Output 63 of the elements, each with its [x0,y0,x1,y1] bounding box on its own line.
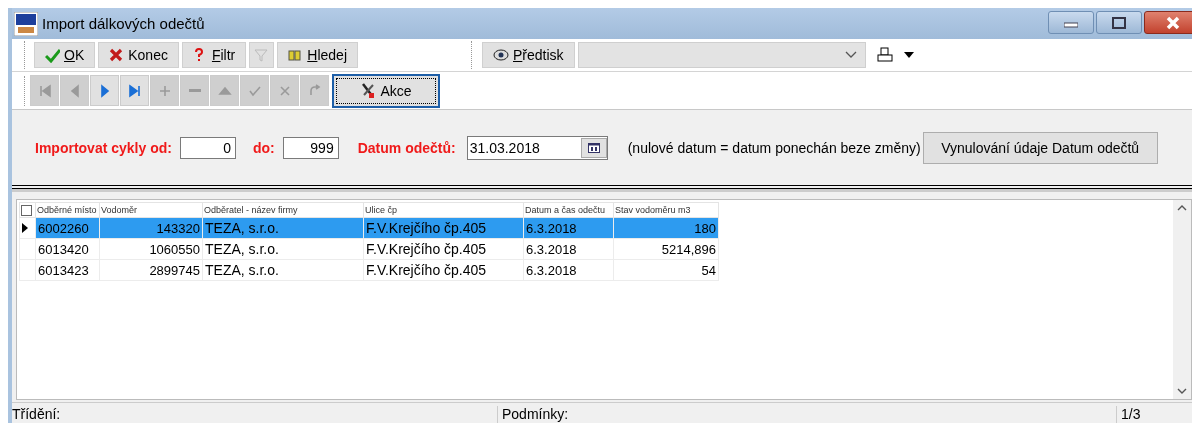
table-cell: 1060550 [99,238,203,260]
minus-icon [188,89,201,92]
calendar-button[interactable] [580,137,607,158]
caret-down-icon[interactable] [903,52,914,58]
plus-icon [157,83,172,98]
date-field[interactable]: 31.03.2018 [466,135,608,160]
hint-text: (nulové datum = datum ponechán beze změny) [627,139,921,156]
status-text: Podmínky: [497,406,1116,423]
chevron-down-icon [844,51,857,59]
maximize-button[interactable] [1096,11,1142,34]
table-cell: 5214,896 [613,238,719,260]
column-header[interactable]: Odběrné místo [35,202,100,218]
chevron-down-icon[interactable] [1177,388,1187,394]
toolbar-button[interactable]: Filtr [181,42,247,68]
row-pointer-icon [22,222,28,233]
table-cell: 6.3.2018 [523,238,614,260]
column-header[interactable]: Stav vodoměru m3 [613,202,719,218]
field-label: Importovat cykly od: [35,139,172,156]
preprint-button[interactable]: Předtisk [482,42,575,68]
navigation-button[interactable] [120,75,149,106]
reset-date-button[interactable]: Vynulování údaje Datum odečtů [922,131,1158,164]
refresh-icon [307,83,322,98]
close-button[interactable] [1144,11,1192,34]
select-all-checkbox[interactable] [21,204,32,216]
table-cell: TEZA, s.r.o. [202,238,364,260]
table-cell: F.V.Krejčího čp.405 [363,259,524,281]
field-label: do: [252,139,275,156]
toolbar-button[interactable]: Konec [98,42,179,68]
last-record-icon [127,83,142,98]
action-button[interactable]: Akce [332,73,440,108]
table-cell: F.V.Krejčího čp.405 [363,238,524,260]
check-icon [45,47,60,63]
first-record-icon [37,83,52,98]
table-cell: 6013423 [35,259,100,281]
printer-icon[interactable] [876,47,893,63]
field-label: Datum odečtů: [357,139,456,156]
input-field[interactable]: 999 [282,136,339,159]
table-cell: 2899745 [99,259,203,281]
cross-icon [109,47,125,63]
input-field[interactable]: 0 [179,136,236,159]
chevron-up-icon[interactable] [1177,205,1187,211]
column-header[interactable]: Datum a čas odečtu [523,202,614,218]
table-cell: 54 [613,259,719,281]
calendar-icon [587,142,600,153]
funnel-icon [254,47,270,63]
maximize-icon [1112,16,1126,29]
close-icon [1166,15,1180,30]
column-header[interactable]: Odběratel - název firmy [202,202,364,218]
toolbar-button[interactable]: Hledej [277,42,358,68]
table-cell: 6013420 [35,238,100,260]
status-text: Třídění: [12,406,62,423]
column-header[interactable]: Ulice čp [363,202,524,218]
cross-icon [277,83,292,98]
navigation-button[interactable] [90,75,119,106]
table-cell: TEZA, s.r.o. [202,259,364,281]
table-cell: 6.3.2018 [523,259,614,281]
minimize-button[interactable] [1048,11,1094,34]
record-counter: 1/3 [1116,406,1141,423]
scrollbar[interactable] [1173,200,1191,399]
column-header[interactable]: Vodoměr [99,202,203,218]
window-title: Import dálkových odečtů [42,15,206,32]
app-logo-icon [14,11,38,36]
toolbar-button[interactable]: OK [34,42,96,68]
